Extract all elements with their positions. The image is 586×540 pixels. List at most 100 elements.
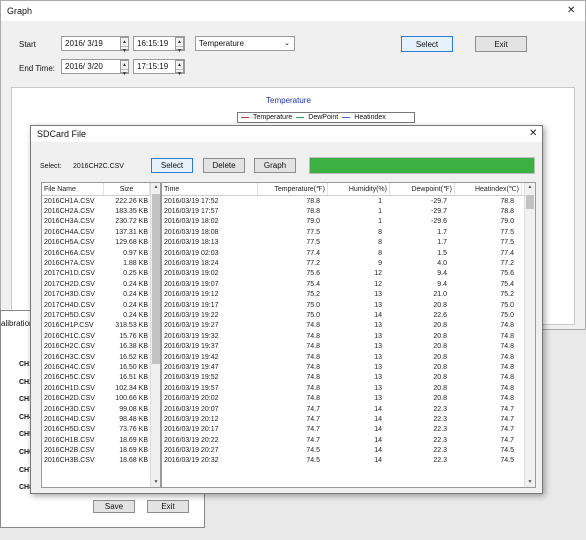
data-row[interactable]: 2016/03/19 18:13 77.5 8 1.7 77.5 <box>162 238 535 248</box>
file-row[interactable]: 2016CH4D.CSV 98.48 KB <box>42 414 160 424</box>
file-row[interactable]: 2016CH2D.CSV 100.66 KB <box>42 393 160 403</box>
row-humidity: 13 <box>374 301 382 309</box>
end-date-field[interactable]: 2016/ 3/20 <box>61 59 129 74</box>
data-header-humidity[interactable]: Humidity(%) <box>328 183 390 195</box>
data-header-time[interactable]: Time <box>162 183 258 195</box>
data-row[interactable]: 2016/03/19 19:17 75.0 13 20.8 75.0 <box>162 300 535 310</box>
row-time: 2016/03/19 20:17 <box>164 426 219 434</box>
data-scrollbar[interactable]: ▲ ▼ <box>524 183 535 487</box>
files-scrollbar-thumb[interactable] <box>152 194 160 364</box>
data-header-temperature[interactable]: Temperature(℉) <box>258 183 328 195</box>
data-row[interactable]: 2016/03/19 19:32 74.8 13 20.8 74.8 <box>162 331 535 341</box>
file-row[interactable]: 2016CH5C.CSV 16.51 KB <box>42 373 160 383</box>
down-arrow-icon[interactable]: ▼ <box>121 70 128 78</box>
end-time-spinner[interactable]: ▲ ▼ <box>175 60 184 77</box>
file-row[interactable]: 2017CH2D.CSV 0.24 KB <box>42 279 160 289</box>
file-row[interactable]: 2016CH1D.CSV 102.34 KB <box>42 383 160 393</box>
file-row[interactable]: 2016CH1B.CSV 18.69 KB <box>42 435 160 445</box>
file-row[interactable]: 2016CH1A.CSV 222.26 KB <box>42 196 160 206</box>
down-arrow-icon[interactable]: ▼ <box>525 478 535 487</box>
data-row[interactable]: 2016/03/19 02:03 77.4 8 1.5 77.4 <box>162 248 535 258</box>
file-row[interactable]: 2017CH4D.CSV 0.24 KB <box>42 300 160 310</box>
data-row[interactable]: 2016/03/19 20:32 74.5 14 22.3 74.5 <box>162 456 535 466</box>
files-scrollbar[interactable]: ▲ ▼ <box>150 183 160 487</box>
data-row[interactable]: 2016/03/19 18:24 77.2 9 4.0 77.2 <box>162 258 535 268</box>
start-date-spinner[interactable]: ▲ ▼ <box>120 37 129 54</box>
down-arrow-icon[interactable]: ▼ <box>121 47 128 55</box>
data-row[interactable]: 2016/03/19 19:02 75.6 12 9.4 75.6 <box>162 269 535 279</box>
files-header-name[interactable]: File Name <box>42 183 104 195</box>
file-row[interactable]: 2016CH7A.CSV 1.88 KB <box>42 258 160 268</box>
files-header-size[interactable]: Size <box>104 183 150 195</box>
data-row[interactable]: 2016/03/19 19:12 75.2 13 21.0 75.2 <box>162 290 535 300</box>
up-arrow-icon[interactable]: ▲ <box>151 183 160 192</box>
series-dropdown[interactable]: Temperature ⌄ <box>195 36 295 51</box>
down-arrow-icon[interactable]: ▼ <box>176 47 183 55</box>
file-row[interactable]: 2016CH6A.CSV 0.97 KB <box>42 248 160 258</box>
up-arrow-icon[interactable]: ▲ <box>121 61 128 70</box>
sd-select-button[interactable]: Select <box>151 158 193 173</box>
file-row[interactable]: 2016CH3A.CSV 230.72 KB <box>42 217 160 227</box>
file-row[interactable]: 2016CH3D.CSV 99.08 KB <box>42 404 160 414</box>
down-arrow-icon[interactable]: ▼ <box>151 478 160 487</box>
file-row[interactable]: 2016CH4C.CSV 16.50 KB <box>42 362 160 372</box>
file-row[interactable]: 2016CH2B.CSV 18.69 KB <box>42 445 160 455</box>
data-row[interactable]: 2016/03/19 19:52 74.8 13 20.8 74.8 <box>162 373 535 383</box>
row-humidity: 12 <box>374 280 382 288</box>
files-table[interactable]: File Name Size 2016CH1A.CSV 222.26 KB 2016… <box>41 182 161 488</box>
file-row[interactable]: 2017CH1D.CSV 0.25 KB <box>42 269 160 279</box>
data-scrollbar-thumb[interactable] <box>526 195 534 209</box>
data-row[interactable]: 2016/03/19 18:02 79.0 1 -29.6 79.0 <box>162 217 535 227</box>
file-row[interactable]: 2016CH5A.CSV 129.68 KB <box>42 238 160 248</box>
graph-close-icon[interactable]: ✕ <box>567 5 575 16</box>
sd-graph-button[interactable]: Graph <box>254 158 296 173</box>
file-row[interactable]: 2016CH1P.CSV 318.53 KB <box>42 321 160 331</box>
data-row[interactable]: 2016/03/19 20:12 74.7 14 22.3 74.7 <box>162 414 535 424</box>
up-arrow-icon[interactable]: ▲ <box>176 38 183 47</box>
file-row[interactable]: 2017CH5D.CSV 0.24 KB <box>42 310 160 320</box>
data-row[interactable]: 2016/03/19 19:37 74.8 13 20.8 74.8 <box>162 341 535 351</box>
data-row[interactable]: 2016/03/19 17:52 78.8 1 -29.7 78.8 <box>162 196 535 206</box>
data-row[interactable]: 2016/03/19 17:57 78.8 1 -29.7 78.8 <box>162 206 535 216</box>
data-row[interactable]: 2016/03/19 20:17 74.7 14 22.3 74.7 <box>162 425 535 435</box>
file-row[interactable]: 2016CH2C.CSV 16.38 KB <box>42 341 160 351</box>
data-row[interactable]: 2016/03/19 20:27 74.5 14 22.3 74.5 <box>162 445 535 455</box>
data-row[interactable]: 2016/03/19 19:27 74.8 13 20.8 74.8 <box>162 321 535 331</box>
file-row[interactable]: 2016CH5D.CSV 73.76 KB <box>42 425 160 435</box>
data-row[interactable]: 2016/03/19 19:47 74.8 13 20.8 74.8 <box>162 362 535 372</box>
file-name: 2016CH5D.CSV <box>44 426 95 434</box>
data-row[interactable]: 2016/03/19 19:07 75.4 12 9.4 75.4 <box>162 279 535 289</box>
file-row[interactable]: 2016CH3C.CSV 16.52 KB <box>42 352 160 362</box>
data-table[interactable]: Time Temperature(℉) Humidity(%) Dewpoint… <box>161 182 536 488</box>
file-row[interactable]: 2017CH3D.CSV 0.24 KB <box>42 290 160 300</box>
file-size: 18.69 KB <box>119 436 148 444</box>
end-date-spinner[interactable]: ▲ ▼ <box>120 60 129 77</box>
graph-select-button[interactable]: Select <box>401 36 453 52</box>
file-row[interactable]: 2016CH4A.CSV 137.31 KB <box>42 227 160 237</box>
data-row[interactable]: 2016/03/19 18:08 77.5 8 1.7 77.5 <box>162 227 535 237</box>
data-row[interactable]: 2016/03/19 20:02 74.8 13 20.8 74.8 <box>162 393 535 403</box>
data-row[interactable]: 2016/03/19 19:42 74.8 13 20.8 74.8 <box>162 352 535 362</box>
sd-delete-button[interactable]: Delete <box>203 158 245 173</box>
data-header-dewpoint[interactable]: Dewpoint(℉) <box>390 183 455 195</box>
data-row[interactable]: 2016/03/19 19:57 74.8 13 20.8 74.8 <box>162 383 535 393</box>
sdcard-close-icon[interactable]: ✕ <box>529 128 537 139</box>
file-row[interactable]: 2016CH3B.CSV 18.68 KB <box>42 456 160 466</box>
data-row[interactable]: 2016/03/19 20:22 74.7 14 22.3 74.7 <box>162 435 535 445</box>
file-row[interactable]: 2016CH2A.CSV 183.35 KB <box>42 206 160 216</box>
data-header-heatindex[interactable]: Heatindex(℃) <box>455 183 522 195</box>
calibration-exit-button[interactable]: Exit <box>147 500 189 513</box>
file-row[interactable]: 2016CH1C.CSV 15.76 KB <box>42 331 160 341</box>
down-arrow-icon[interactable]: ▼ <box>176 70 183 78</box>
up-arrow-icon[interactable]: ▲ <box>525 183 535 192</box>
up-arrow-icon[interactable]: ▲ <box>176 61 183 70</box>
row-time: 2016/03/19 19:37 <box>164 343 219 351</box>
up-arrow-icon[interactable]: ▲ <box>121 38 128 47</box>
row-heatindex: 74.8 <box>500 353 514 361</box>
data-row[interactable]: 2016/03/19 20:07 74.7 14 22.3 74.7 <box>162 404 535 414</box>
data-row[interactable]: 2016/03/19 19:22 75.0 14 22.6 75.0 <box>162 310 535 320</box>
calibration-save-button[interactable]: Save <box>93 500 135 513</box>
start-time-spinner[interactable]: ▲ ▼ <box>175 37 184 54</box>
graph-exit-button[interactable]: Exit <box>475 36 527 52</box>
start-date-field[interactable]: 2016/ 3/19 <box>61 36 129 51</box>
